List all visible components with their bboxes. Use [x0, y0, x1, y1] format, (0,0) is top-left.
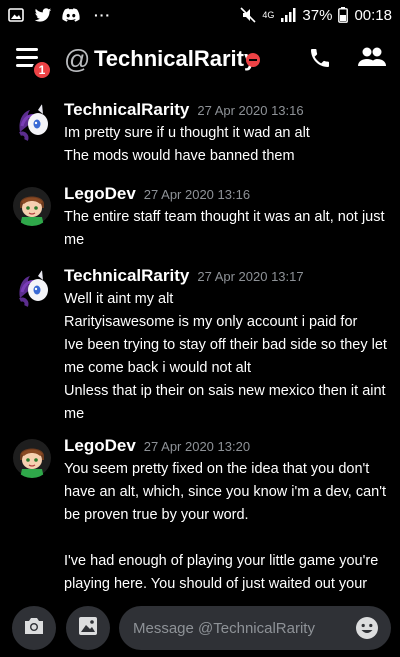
message-timestamp: 27 Apr 2020 13:20: [143, 439, 251, 454]
status-bar: ··· 4G 37% 00:18: [0, 0, 400, 30]
mute-icon: [240, 7, 256, 23]
message-text: Rarityisawesome is my only account i pai…: [64, 314, 358, 330]
twitter-icon: [34, 7, 52, 23]
message-text: me come back i would not alt: [64, 360, 251, 376]
message-text: Ive been trying to stay off their bad si…: [64, 337, 387, 353]
channel-header: 1 @ TechnicalRarity: [0, 30, 400, 90]
battery-icon: [338, 7, 349, 23]
message-timestamp: 27 Apr 2020 13:16: [143, 187, 251, 202]
battery-percent: 37%: [302, 6, 333, 24]
message-list[interactable]: TechnicalRarity 27 Apr 2020 13:16 Im pre…: [0, 90, 400, 600]
image-icon: [78, 616, 98, 641]
message-text: The entire staff team thought it was an …: [64, 209, 385, 225]
message-author[interactable]: LegoDev: [64, 436, 136, 456]
legodev-avatar[interactable]: [12, 438, 52, 478]
members-icon[interactable]: [358, 46, 388, 72]
message-input[interactable]: Message @TechnicalRarity: [119, 606, 391, 650]
message-composer: Message @TechnicalRarity: [0, 600, 400, 657]
signal-icon: [280, 8, 296, 22]
message-input-placeholder: Message @TechnicalRarity: [133, 619, 315, 637]
message-text: You seem pretty fixed on the idea that y…: [64, 461, 370, 477]
message-text: playing here. You should of just waited …: [64, 576, 368, 592]
message-author[interactable]: TechnicalRarity: [64, 100, 189, 120]
emoji-icon[interactable]: [355, 616, 379, 640]
camera-button[interactable]: [12, 606, 56, 650]
more-notifications-indicator: ···: [94, 7, 111, 23]
message-text: me: [64, 406, 85, 422]
rarity-avatar[interactable]: [12, 268, 52, 308]
rarity-avatar[interactable]: [12, 102, 52, 142]
clock: 00:18: [354, 6, 392, 24]
message-timestamp: 27 Apr 2020 13:17: [197, 269, 304, 284]
message-timestamp: 27 Apr 2020 13:16: [197, 103, 304, 118]
network-type: 4G: [262, 9, 275, 20]
phone-icon[interactable]: [308, 46, 334, 72]
camera-icon: [23, 616, 45, 641]
channel-title[interactable]: TechnicalRarity: [94, 46, 256, 72]
message-author[interactable]: TechnicalRarity: [64, 266, 189, 286]
message-text: have an alt, which, since you know i'm a…: [64, 484, 387, 500]
discord-icon: [62, 8, 80, 22]
message-text: I've had enough of playing your little g…: [64, 553, 379, 569]
legodev-avatar[interactable]: [12, 186, 52, 226]
message-author[interactable]: LegoDev: [64, 184, 136, 204]
message-text: be proven true by your word.: [64, 507, 249, 523]
message-text: The mods would have banned them: [64, 148, 295, 164]
gallery-button[interactable]: [66, 606, 110, 650]
gallery-icon: [8, 8, 24, 22]
message-text: me: [64, 232, 85, 248]
notification-badge: 1: [32, 60, 52, 80]
message-text: Unless that ip their on sais new mexico …: [64, 383, 386, 399]
dnd-status-icon: [246, 53, 260, 67]
message-text: Well it aint my alt: [64, 291, 174, 307]
message-text: Im pretty sure if u thought it wad an al…: [64, 125, 310, 141]
at-icon: @: [64, 44, 91, 74]
